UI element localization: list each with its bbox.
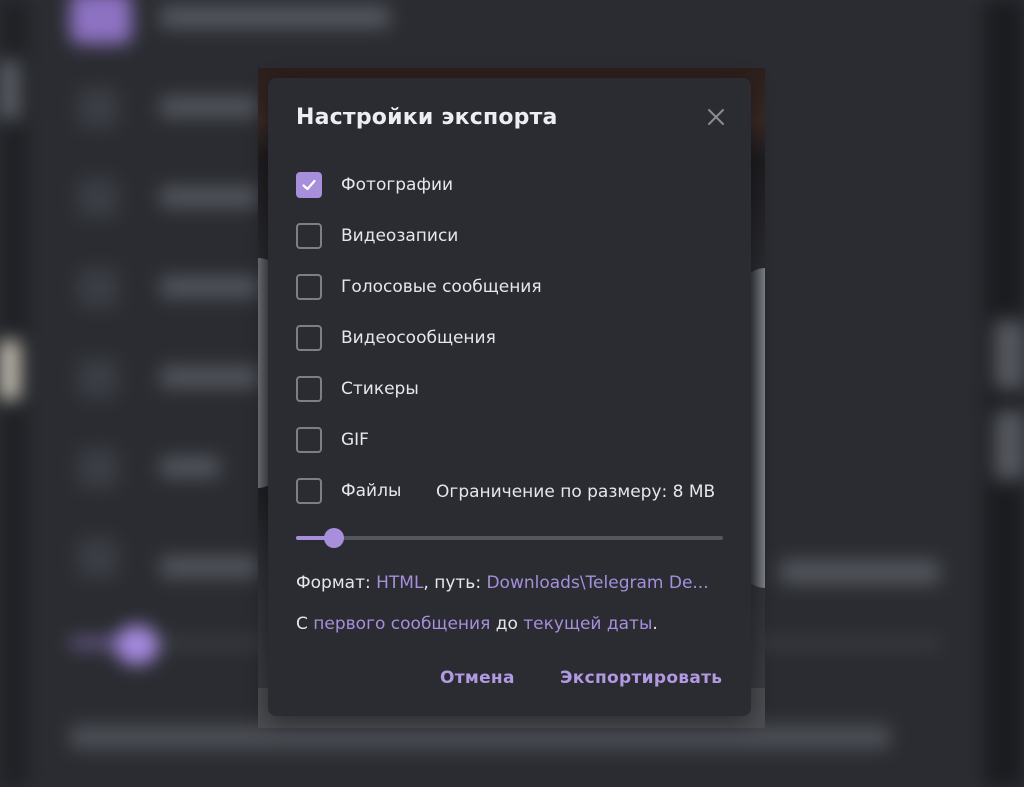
checkmark-icon	[302, 179, 316, 191]
background-row-text	[160, 96, 260, 118]
path-link[interactable]: Downloads\Telegram De...	[486, 573, 708, 593]
option-label: Стикеры	[341, 379, 419, 399]
photos-checkbox[interactable]	[296, 172, 322, 198]
range-to-link[interactable]: текущей даты	[523, 614, 652, 634]
background-right-chip	[994, 410, 1024, 480]
background-rail-chip	[0, 340, 20, 400]
background-row-text	[160, 456, 220, 478]
cancel-button[interactable]: Отмена	[440, 668, 515, 688]
format-link[interactable]: HTML	[376, 573, 423, 593]
option-label: Видеосообщения	[341, 328, 496, 348]
background-row-icon	[78, 268, 118, 308]
option-gif[interactable]: GIF	[296, 425, 369, 455]
background-slider-knob	[115, 625, 159, 665]
slider-handle[interactable]	[324, 528, 344, 548]
option-label: Файлы	[341, 481, 402, 501]
dialog-title: Настройки экспорта	[296, 105, 558, 130]
close-button[interactable]	[703, 104, 729, 130]
background-bottom-text	[70, 725, 890, 749]
background-right-chip	[994, 320, 1024, 390]
size-limit-label: Ограничение по размеру: 8 MB	[436, 482, 716, 502]
background-row-icon	[78, 178, 118, 218]
format-line: Формат: HTML, путь: Downloads\Telegram D…	[296, 573, 709, 593]
background-rail-chip	[0, 60, 20, 120]
slider-track	[296, 536, 723, 540]
size-limit-slider[interactable]	[296, 528, 723, 548]
option-label: Видеозаписи	[341, 226, 459, 246]
option-photos[interactable]: Фотографии	[296, 170, 453, 200]
background-row-icon	[78, 538, 118, 578]
option-files[interactable]: Файлы	[296, 476, 401, 506]
background-row-text	[160, 366, 260, 388]
format-prefix: Формат:	[296, 573, 377, 593]
voice-messages-checkbox[interactable]	[296, 274, 322, 300]
option-stickers[interactable]: Стикеры	[296, 374, 419, 404]
background-row-text	[160, 276, 260, 298]
range-prefix: С	[296, 614, 314, 634]
option-videos[interactable]: Видеозаписи	[296, 221, 458, 251]
video-messages-checkbox[interactable]	[296, 325, 322, 351]
range-suffix: .	[652, 614, 658, 634]
videos-checkbox[interactable]	[296, 223, 322, 249]
export-settings-dialog: Настройки экспорта Фотографии Видеозапис…	[268, 78, 751, 716]
background-right-text	[780, 560, 940, 584]
screen: Настройки экспорта Фотографии Видеозапис…	[0, 0, 1024, 787]
background-row-icon	[78, 88, 118, 128]
files-checkbox[interactable]	[296, 478, 322, 504]
close-icon	[708, 109, 724, 125]
background-title	[160, 6, 390, 28]
option-label: Фотографии	[341, 175, 454, 195]
date-range-line: С первого сообщения до текущей даты.	[296, 614, 658, 634]
background-row-text	[160, 186, 260, 208]
background-right-edge	[984, 0, 1024, 787]
stickers-checkbox[interactable]	[296, 376, 322, 402]
gif-checkbox[interactable]	[296, 427, 322, 453]
path-prefix: , путь:	[423, 573, 487, 593]
option-label: Голосовые сообщения	[341, 277, 542, 297]
option-voice-messages[interactable]: Голосовые сообщения	[296, 272, 542, 302]
background-row-icon	[78, 358, 118, 398]
range-from-link[interactable]: первого сообщения	[313, 614, 490, 634]
background-row-icon	[78, 448, 118, 488]
background-avatar	[70, 0, 132, 44]
background-row-text	[160, 556, 260, 578]
export-button[interactable]: Экспортировать	[560, 668, 722, 688]
option-video-messages[interactable]: Видеосообщения	[296, 323, 496, 353]
range-middle: до	[490, 614, 524, 634]
option-label: GIF	[341, 430, 369, 450]
